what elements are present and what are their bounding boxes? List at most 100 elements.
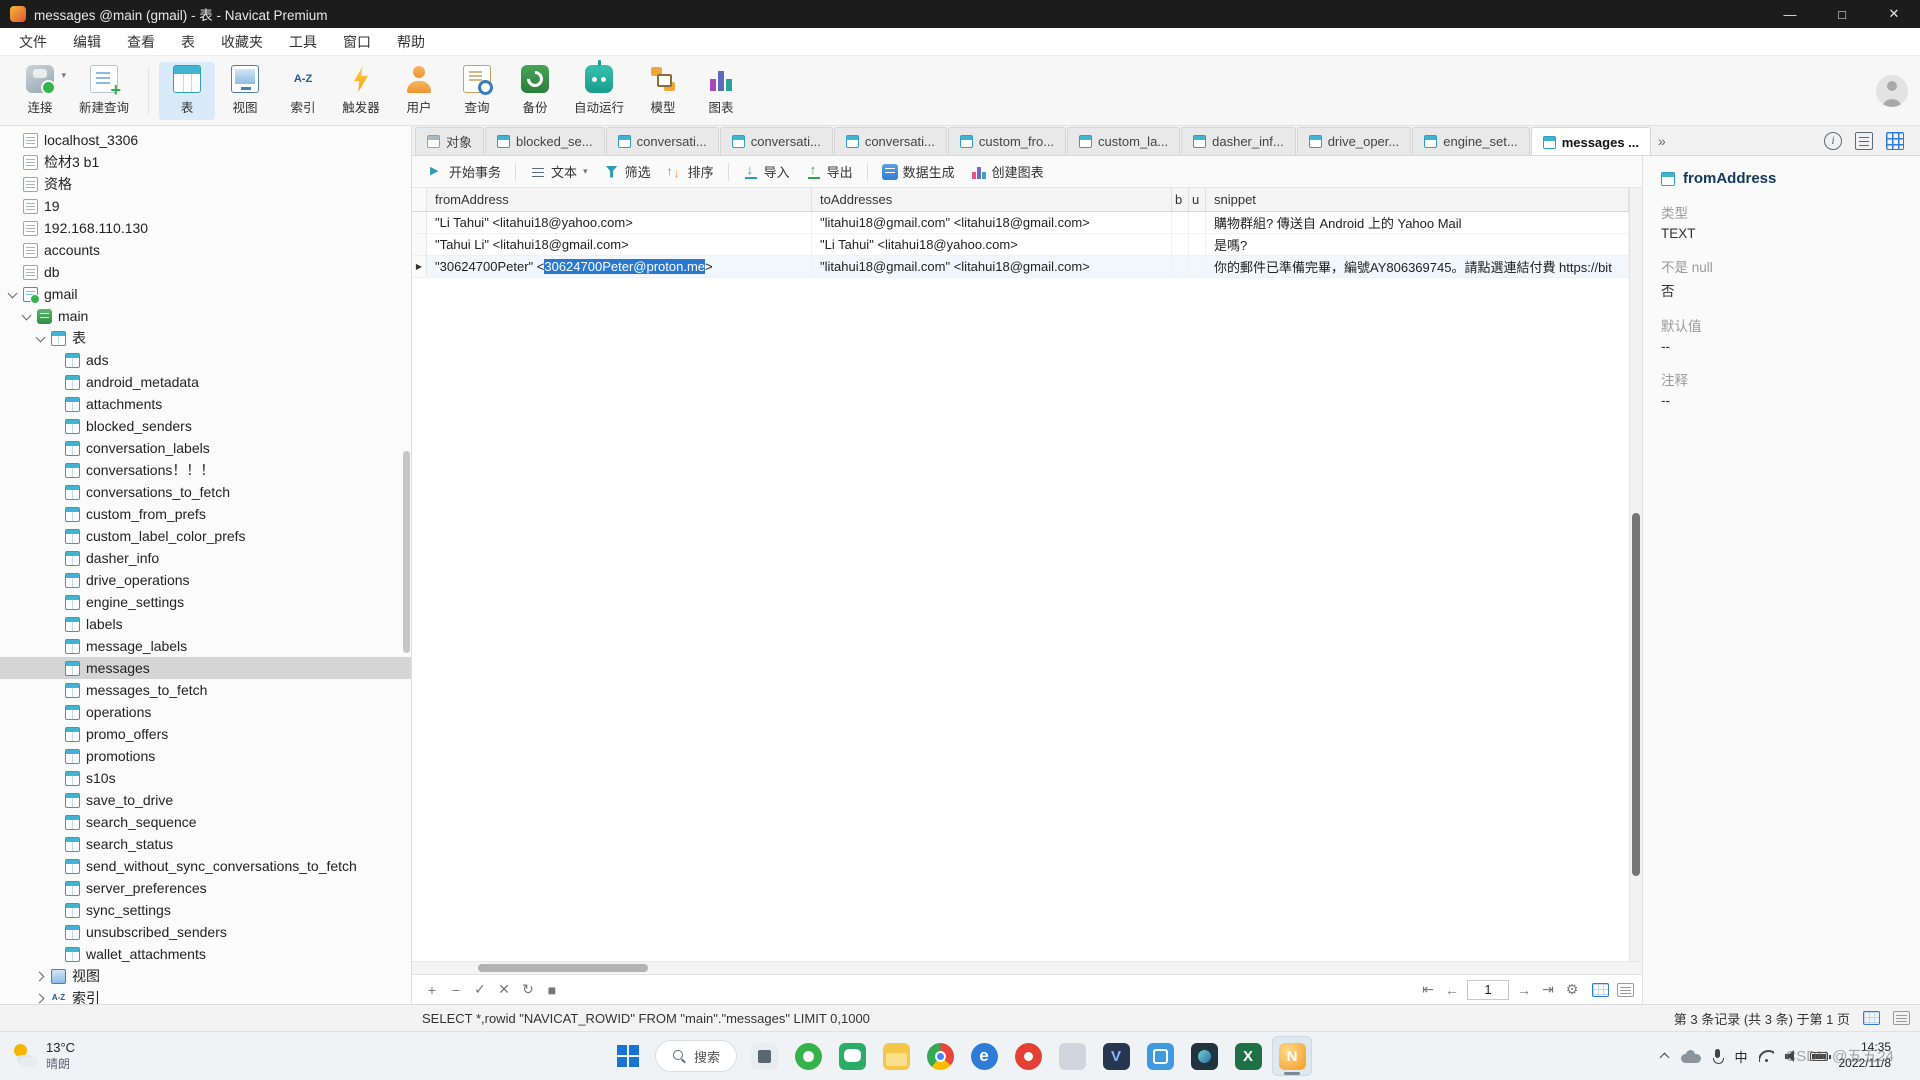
tree-item[interactable]: main (0, 305, 411, 327)
taskbar-app-window[interactable] (744, 1036, 784, 1076)
cell-toAddresses[interactable]: "Li Tahui" <litahui18@yahoo.com> (812, 234, 1172, 255)
tree-item[interactable]: unsubscribed_senders (0, 921, 411, 943)
tree-expand-arrow[interactable] (6, 288, 19, 301)
tree-expand-arrow[interactable] (34, 992, 47, 1005)
tree-item[interactable]: 视图 (0, 965, 411, 987)
toolbar-button[interactable]: 模型 (635, 62, 691, 120)
cell-b[interactable] (1172, 234, 1189, 255)
tree-expand-arrow[interactable] (48, 948, 61, 961)
tree-item[interactable]: 索引 (0, 987, 411, 1004)
tree-expand-arrow[interactable] (48, 728, 61, 741)
tree-expand-arrow[interactable] (48, 442, 61, 455)
taskbar-app-android-studio[interactable] (1184, 1036, 1224, 1076)
grid-view-icon[interactable] (1886, 132, 1904, 150)
microphone-icon[interactable] (1712, 1049, 1723, 1064)
table-row-current[interactable]: "30624700Peter" <30624700Peter@proton.me… (412, 256, 1629, 278)
tree-item[interactable]: 资格 (0, 173, 411, 195)
cell-b[interactable] (1172, 256, 1189, 277)
tree-item[interactable]: conversations_to_fetch (0, 481, 411, 503)
tree-item[interactable]: custom_label_color_prefs (0, 525, 411, 547)
tree-item[interactable]: operations (0, 701, 411, 723)
tab[interactable]: conversati... (720, 127, 833, 155)
menu-item[interactable]: 收藏夹 (208, 28, 276, 55)
toolbar-button[interactable]: 索引 (275, 62, 331, 120)
tree-expand-arrow[interactable] (48, 706, 61, 719)
cell-u[interactable] (1189, 212, 1206, 233)
tab[interactable]: dasher_inf... (1181, 127, 1296, 155)
tree-expand-arrow[interactable] (6, 222, 19, 235)
tree-expand-arrow[interactable] (48, 508, 61, 521)
tree-item[interactable]: server_preferences (0, 877, 411, 899)
tab[interactable]: engine_set... (1412, 127, 1529, 155)
next-page-icon[interactable]: → (1512, 979, 1536, 1001)
battery-icon[interactable] (1810, 1052, 1828, 1061)
toolbar-button[interactable]: 连接 (12, 62, 68, 120)
grid-view-toggle-icon[interactable] (1592, 983, 1609, 997)
onedrive-cloud-icon[interactable] (1681, 1050, 1701, 1063)
user-avatar[interactable] (1876, 75, 1908, 107)
tab[interactable]: conversati... (606, 127, 719, 155)
column-header-fromAddress[interactable]: fromAddress (427, 188, 812, 211)
tree-expand-arrow[interactable] (48, 684, 61, 697)
info-icon[interactable] (1824, 132, 1842, 150)
vertical-scrollbar[interactable] (1629, 188, 1642, 961)
table-toolbar-button[interactable]: 创建图表 (963, 160, 1052, 184)
tree-item[interactable]: custom_from_prefs (0, 503, 411, 525)
sql-preview-icon[interactable] (1855, 132, 1873, 150)
taskbar-app-gray[interactable] (1052, 1036, 1092, 1076)
cell-u[interactable] (1189, 234, 1206, 255)
tree-item[interactable]: search_status (0, 833, 411, 855)
menu-item[interactable]: 窗口 (330, 28, 384, 55)
tree-expand-arrow[interactable] (48, 574, 61, 587)
tree-item[interactable]: dasher_info (0, 547, 411, 569)
tree-expand-arrow[interactable] (48, 882, 61, 895)
tree-expand-arrow[interactable] (48, 376, 61, 389)
tree-expand-arrow[interactable] (48, 816, 61, 829)
tree-item[interactable]: messages (0, 657, 411, 679)
toolbar-button[interactable]: 备份 (507, 62, 563, 120)
table-row[interactable]: "Li Tahui" <litahui18@yahoo.com> "litahu… (412, 212, 1629, 234)
tree-item[interactable]: blocked_senders (0, 415, 411, 437)
cell-toAddresses[interactable]: "litahui18@gmail.com" <litahui18@gmail.c… (812, 256, 1172, 277)
tree-item[interactable]: wallet_attachments (0, 943, 411, 965)
network-icon[interactable] (1759, 1050, 1774, 1062)
tree-item[interactable]: 表 (0, 327, 411, 349)
tree-expand-arrow[interactable] (48, 904, 61, 917)
cell-snippet[interactable]: 是嗎? (1206, 234, 1629, 255)
horizontal-scrollbar[interactable] (412, 961, 1642, 974)
add-record-icon[interactable]: + (420, 979, 444, 1001)
tree-expand-arrow[interactable] (48, 486, 61, 499)
table-toolbar-button[interactable]: 开始事务 (420, 160, 509, 184)
cell-b[interactable] (1172, 212, 1189, 233)
cell-snippet[interactable]: 購物群組? 傳送自 Android 上的 Yahoo Mail (1206, 212, 1629, 233)
tree-expand-arrow[interactable] (48, 618, 61, 631)
toolbar-button[interactable]: 新建查询 (70, 62, 138, 120)
input-method-indicator[interactable]: 中 (1734, 1047, 1747, 1066)
table-row[interactable]: "Tahui Li" <litahui18@gmail.com> "Li Tah… (412, 234, 1629, 256)
taskbar-app-vscode[interactable] (1096, 1036, 1136, 1076)
tree-expand-arrow[interactable] (6, 266, 19, 279)
tree-expand-arrow[interactable] (48, 794, 61, 807)
menu-item[interactable]: 帮助 (384, 28, 438, 55)
tree-expand-arrow[interactable] (20, 310, 33, 323)
column-header-toAddresses[interactable]: toAddresses (812, 188, 1172, 211)
tree-item[interactable]: conversations！！！ (0, 459, 411, 481)
tree-expand-arrow[interactable] (6, 178, 19, 191)
tree-expand-arrow[interactable] (48, 420, 61, 433)
tree-item[interactable]: android_metadata (0, 371, 411, 393)
toolbar-button[interactable]: 自动运行 (565, 62, 633, 120)
taskbar-app-wechat[interactable] (832, 1036, 872, 1076)
tree-expand-arrow[interactable] (6, 134, 19, 147)
tree-expand-arrow[interactable] (48, 552, 61, 565)
tree-item[interactable]: search_sequence (0, 811, 411, 833)
sidebar-scrollbar[interactable] (403, 451, 410, 653)
tree-item[interactable]: message_labels (0, 635, 411, 657)
tree-item[interactable]: sync_settings (0, 899, 411, 921)
tree-item[interactable]: s10s (0, 767, 411, 789)
table-toolbar-button[interactable]: 数据生成 (874, 160, 963, 184)
form-view-toggle-icon[interactable] (1617, 983, 1634, 997)
taskbar-app-explorer[interactable] (876, 1036, 916, 1076)
tree-item[interactable]: save_to_drive (0, 789, 411, 811)
start-button[interactable] (608, 1036, 648, 1076)
menu-item[interactable]: 查看 (114, 28, 168, 55)
